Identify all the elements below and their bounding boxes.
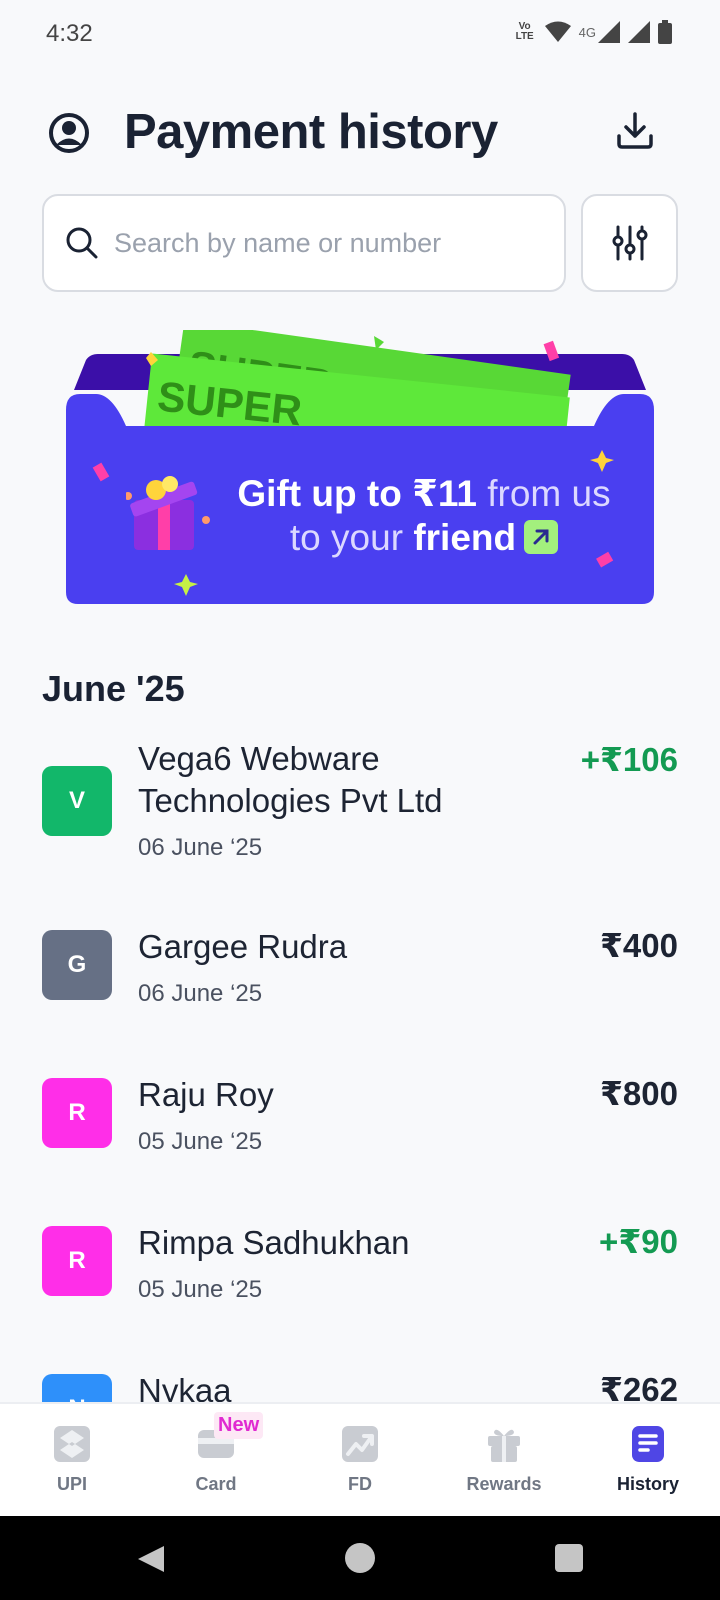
payee-name: Gargee Rudra bbox=[138, 928, 348, 965]
transaction-date: 06 June ‘25 bbox=[138, 980, 263, 1007]
payee-name: Raju Roy bbox=[138, 1076, 274, 1113]
volte-indicator: Vo LTE bbox=[513, 22, 537, 42]
download-icon[interactable] bbox=[614, 110, 656, 152]
transaction-amount: +₹90 bbox=[599, 1223, 678, 1260]
new-badge: New bbox=[214, 1412, 264, 1439]
payee-name: Vega6 Webware Technologies Pvt Ltd bbox=[138, 740, 443, 819]
month-header: June '25 bbox=[42, 668, 185, 709]
page-title: Payment history bbox=[124, 105, 498, 159]
promo-light-2: to your bbox=[289, 517, 414, 558]
promo-banner[interactable]: SUPER SUPER Gift up to ₹11 from us to yo… bbox=[66, 330, 654, 608]
status-time: 4:32 bbox=[46, 20, 93, 47]
recent-apps-icon[interactable] bbox=[555, 1544, 583, 1572]
status-bar: 4:32 Vo LTE 4G bbox=[0, 0, 720, 72]
back-icon[interactable] bbox=[136, 1544, 166, 1574]
avatar: R bbox=[42, 1078, 112, 1148]
nav-label-rewards: Rewards bbox=[466, 1474, 542, 1494]
system-nav-bar bbox=[0, 1516, 720, 1600]
nav-item-rewards[interactable]: Rewards bbox=[432, 1404, 576, 1516]
nav-label-upi: UPI bbox=[56, 1474, 87, 1494]
avatar: V bbox=[42, 766, 112, 836]
search-box[interactable] bbox=[42, 194, 566, 292]
promo-bold-1: Gift up to ₹11 bbox=[237, 473, 477, 514]
fd-chart-icon bbox=[342, 1426, 378, 1462]
transaction-date: 05 June ‘25 bbox=[138, 1276, 263, 1303]
transaction-amount: +₹106 bbox=[580, 741, 678, 778]
network-type: 4G bbox=[578, 24, 596, 40]
nav-label-card: Card bbox=[195, 1474, 237, 1494]
avatar: R bbox=[42, 1226, 112, 1296]
avatar: G bbox=[42, 930, 112, 1000]
transaction-amount: ₹800 bbox=[599, 1075, 678, 1112]
gift-icon bbox=[488, 1429, 520, 1462]
transaction-amount: ₹400 bbox=[599, 927, 678, 964]
filter-button[interactable] bbox=[581, 194, 678, 292]
profile-icon[interactable] bbox=[48, 112, 90, 154]
header: Payment history bbox=[0, 96, 720, 172]
status-icons: Vo LTE 4G bbox=[513, 20, 672, 44]
nav-label-fd: FD bbox=[348, 1474, 372, 1494]
history-icon bbox=[632, 1426, 664, 1462]
battery-icon bbox=[658, 20, 672, 44]
volte-label-bottom: LTE bbox=[515, 31, 534, 42]
wifi-icon bbox=[544, 21, 571, 42]
search-input[interactable] bbox=[114, 227, 534, 259]
promo-bold-2: friend bbox=[413, 517, 517, 558]
transaction-date: 05 June ‘25 bbox=[138, 1128, 263, 1155]
nav-item-upi[interactable]: UPI bbox=[0, 1404, 144, 1516]
signal-icon-2 bbox=[628, 21, 650, 43]
payee-name: Rimpa Sadhukhan bbox=[138, 1224, 410, 1261]
home-icon[interactable] bbox=[345, 1543, 375, 1573]
search-icon bbox=[66, 227, 98, 259]
upi-icon bbox=[54, 1426, 90, 1462]
transaction-date: 06 June ‘25 bbox=[138, 834, 263, 861]
nav-item-history[interactable]: History bbox=[576, 1404, 720, 1516]
nav-item-card[interactable]: New Card bbox=[144, 1404, 288, 1516]
signal-icon bbox=[598, 21, 620, 43]
nav-item-fd[interactable]: FD bbox=[288, 1404, 432, 1516]
gift-box-icon bbox=[126, 476, 210, 550]
promo-text: Gift up to ₹11 from us to your friend bbox=[214, 472, 634, 560]
arrow-up-right-icon[interactable] bbox=[524, 520, 559, 554]
bottom-nav: UPI New Card FD Rewards History bbox=[0, 1402, 720, 1516]
sliders-icon bbox=[612, 225, 647, 261]
nav-label-history: History bbox=[616, 1474, 679, 1494]
promo-light-1: from us bbox=[476, 473, 611, 514]
